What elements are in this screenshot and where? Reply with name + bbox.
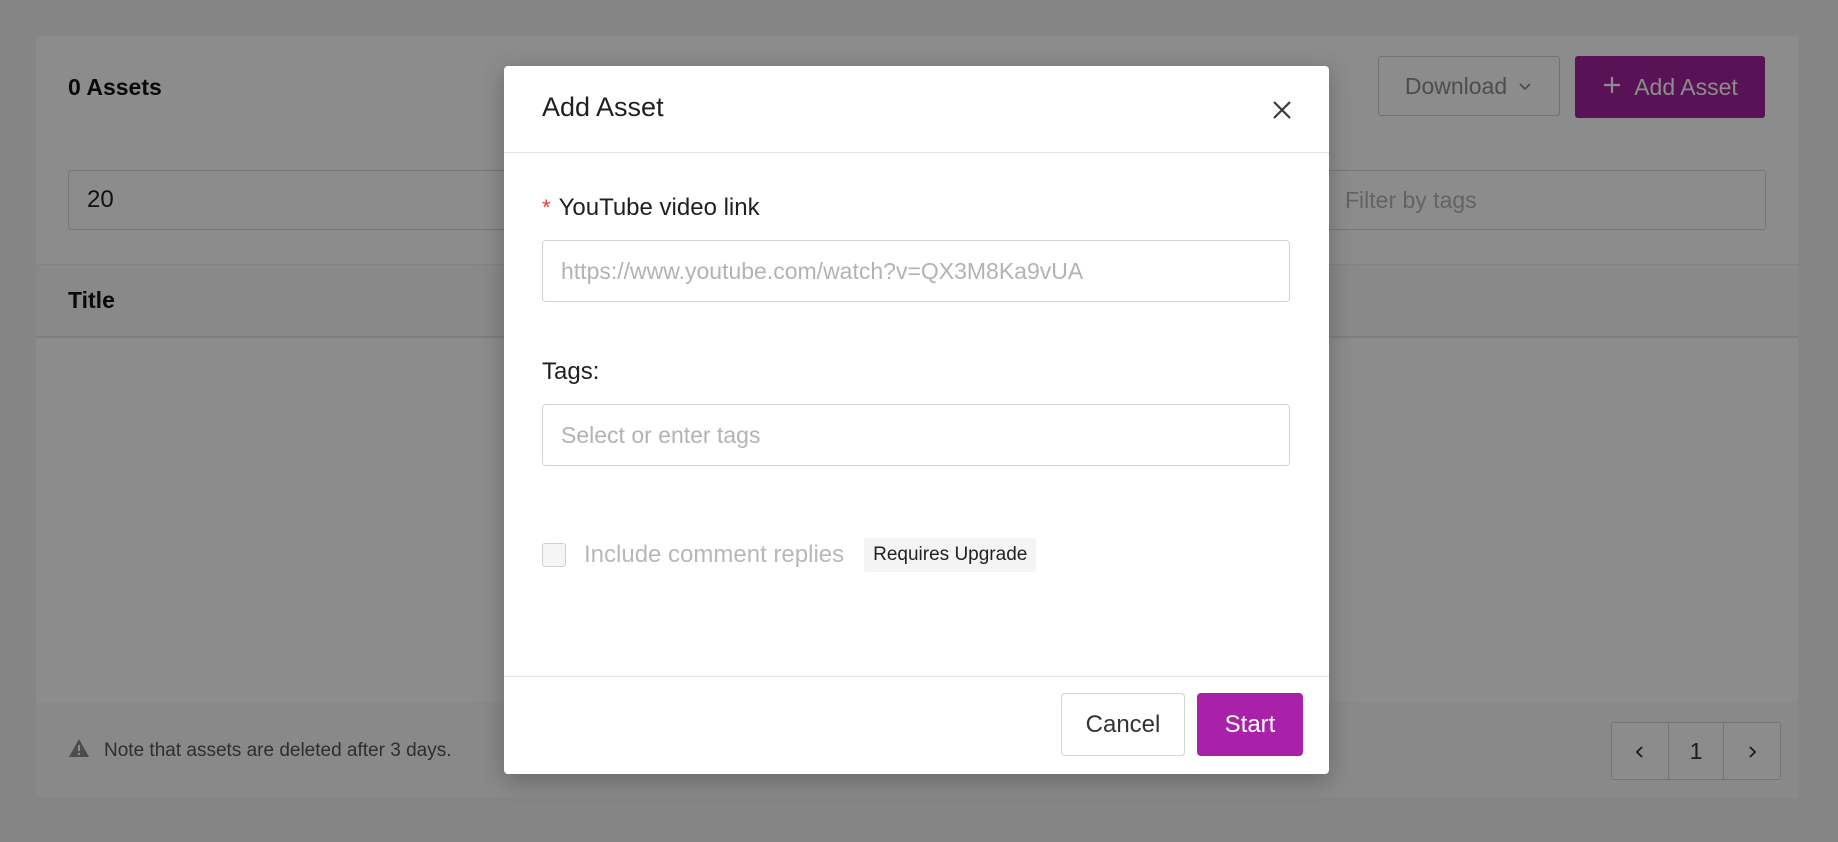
- comment-replies-label: Include comment replies: [584, 541, 845, 568]
- youtube-link-label-text: YouTube video link: [558, 194, 760, 221]
- add-asset-modal: Add Asset * YouTube video link Tags: Incl…: [504, 66, 1329, 774]
- required-mark: *: [542, 195, 551, 220]
- tags-input[interactable]: [542, 404, 1290, 466]
- modal-footer: Cancel Start: [504, 676, 1329, 774]
- comment-replies-row: Include comment replies Requires Upgrade: [542, 538, 1037, 572]
- close-icon: [1268, 101, 1296, 128]
- close-button[interactable]: [1268, 96, 1296, 124]
- youtube-link-input[interactable]: [542, 240, 1290, 302]
- tags-label: Tags:: [542, 358, 600, 385]
- cancel-button[interactable]: Cancel: [1061, 693, 1185, 756]
- youtube-link-label: * YouTube video link: [542, 194, 760, 222]
- requires-upgrade-badge: Requires Upgrade: [864, 538, 1037, 572]
- modal-title: Add Asset: [542, 92, 664, 122]
- modal-header: Add Asset: [504, 66, 1329, 153]
- comment-replies-checkbox[interactable]: [542, 543, 566, 567]
- start-button[interactable]: Start: [1197, 693, 1303, 756]
- tags-label-text: Tags: [542, 358, 593, 385]
